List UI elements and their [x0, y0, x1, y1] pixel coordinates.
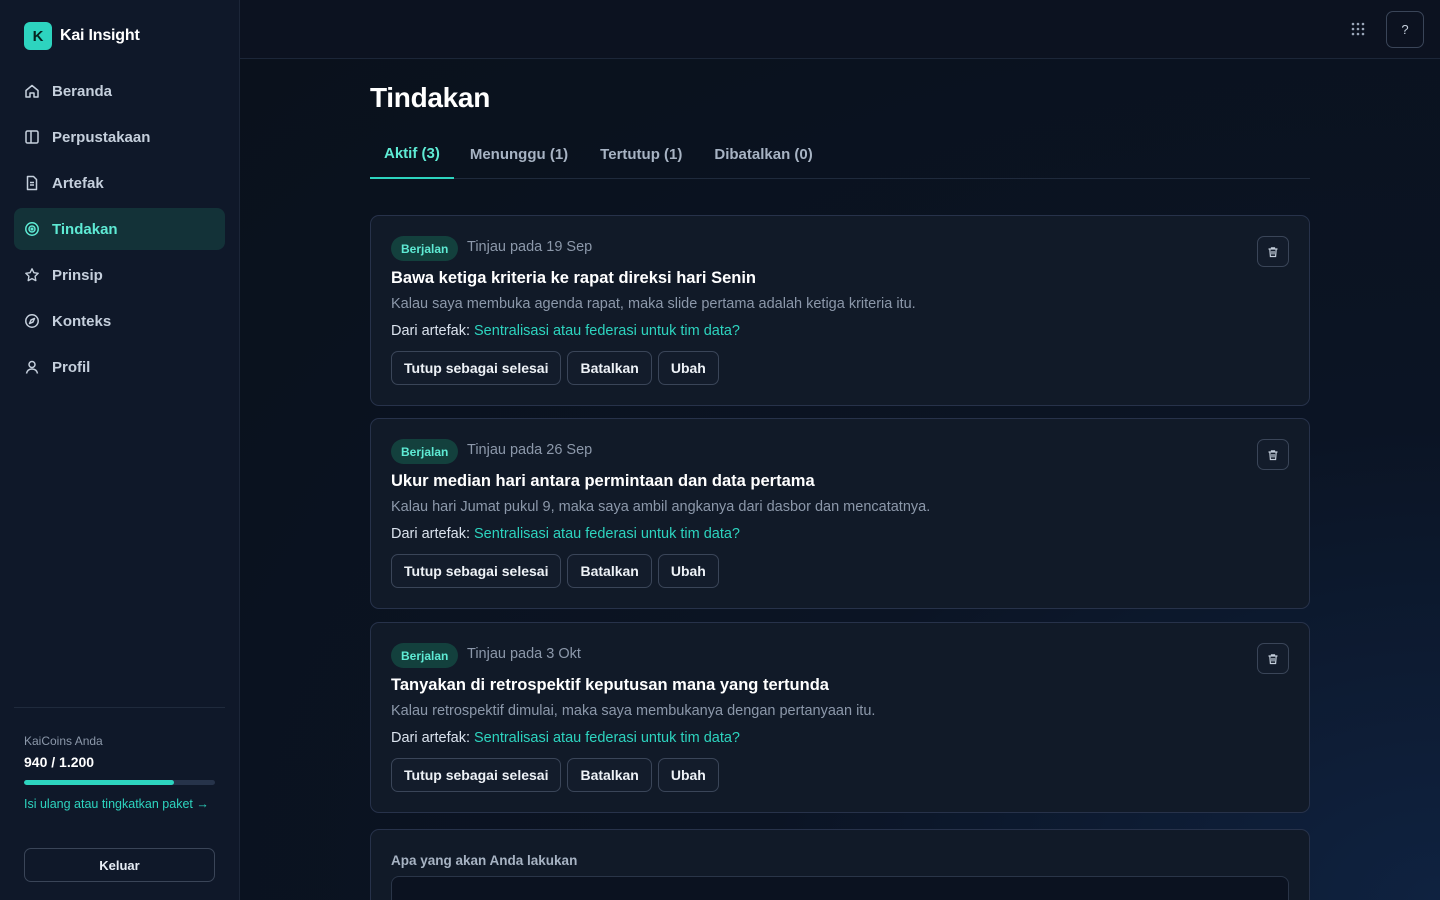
edit-button[interactable]: Ubah — [657, 554, 719, 588]
sidebar-item-beranda[interactable]: Beranda — [14, 70, 225, 112]
sidebar-item-profil[interactable]: Profil — [14, 346, 225, 388]
grid-icon[interactable] — [1350, 21, 1366, 37]
action-buttons: Tutup sebagai selesai Batalkan Ubah — [391, 554, 719, 588]
sidebar-divider — [14, 707, 225, 708]
delete-button[interactable] — [1257, 236, 1289, 267]
action-title: Bawa ketiga kriteria ke rapat direksi ha… — [391, 269, 756, 287]
source-link[interactable]: Sentralisasi atau federasi untuk tim dat… — [474, 323, 740, 339]
cancel-button[interactable]: Batalkan — [567, 554, 652, 588]
action-source: Dari artefak: Sentralisasi atau federasi… — [391, 323, 740, 339]
coins-label: KaiCoins Anda — [24, 734, 103, 748]
source-prefix: Dari artefak: — [391, 730, 470, 746]
new-action-label: Apa yang akan Anda lakukan — [391, 853, 578, 868]
coins-progress-bar — [24, 780, 215, 785]
close-done-button[interactable]: Tutup sebagai selesai — [391, 758, 562, 792]
page-title: Tindakan — [370, 82, 491, 113]
coins-progress-fill — [24, 780, 174, 785]
sidebar-item-konteks[interactable]: Konteks — [14, 300, 225, 342]
status-badge: Berjalan — [391, 439, 459, 464]
sidebar-item-artefak[interactable]: Artefak — [14, 162, 225, 204]
status-badge: Berjalan — [391, 236, 459, 261]
sidebar-item-label: Prinsip — [52, 266, 103, 284]
sidebar-item-prinsip[interactable]: Prinsip — [14, 254, 225, 296]
action-card: Berjalan Tinjau pada 19 Sep Bawa ketiga … — [370, 215, 1310, 406]
sidebar: K Kai Insight Beranda Perpustakaan Artef… — [0, 0, 240, 900]
tab-menunggu[interactable]: Menunggu (1) — [454, 130, 584, 179]
tab-dibatalkan[interactable]: Dibatalkan (0) — [698, 130, 828, 179]
library-icon — [24, 129, 40, 145]
target-icon — [24, 221, 40, 237]
trash-icon — [1268, 246, 1278, 257]
cancel-button[interactable]: Batalkan — [567, 758, 652, 792]
new-action-card: Apa yang akan Anda lakukan — [370, 829, 1310, 900]
brand[interactable]: K Kai Insight — [24, 22, 140, 50]
action-description: Kalau saya membuka agenda rapat, maka sl… — [391, 296, 916, 312]
sidebar-nav: Beranda Perpustakaan Artefak Tindakan Pr… — [14, 70, 225, 392]
star-icon — [24, 267, 40, 283]
review-date: Tinjau pada 19 Sep — [467, 239, 593, 255]
action-title: Tanyakan di retrospektif keputusan mana … — [391, 676, 829, 694]
cancel-button[interactable]: Batalkan — [567, 351, 652, 385]
action-card: Berjalan Tinjau pada 3 Okt Tanyakan di r… — [370, 622, 1310, 813]
home-icon — [24, 83, 40, 99]
tab-aktif[interactable]: Aktif (3) — [370, 130, 454, 179]
sidebar-item-label: Tindakan — [52, 220, 118, 238]
source-prefix: Dari artefak: — [391, 526, 470, 542]
action-source: Dari artefak: Sentralisasi atau federasi… — [391, 526, 740, 542]
coins-value: 940 / 1.200 — [24, 754, 95, 770]
sidebar-item-label: Artefak — [52, 174, 104, 192]
brand-name: Kai Insight — [60, 27, 140, 44]
sidebar-item-perpustakaan[interactable]: Perpustakaan — [14, 116, 225, 158]
sidebar-item-tindakan[interactable]: Tindakan — [14, 208, 225, 250]
review-date: Tinjau pada 3 Okt — [467, 646, 581, 662]
review-date: Tinjau pada 26 Sep — [467, 442, 593, 458]
document-icon — [24, 175, 40, 191]
sidebar-item-label: Beranda — [52, 82, 113, 100]
source-prefix: Dari artefak: — [391, 323, 470, 339]
action-card: Berjalan Tinjau pada 26 Sep Ukur median … — [370, 418, 1310, 609]
action-title: Ukur median hari antara permintaan dan d… — [391, 472, 815, 490]
compass-icon — [24, 313, 40, 329]
brand-logo: K — [24, 22, 52, 50]
delete-button[interactable] — [1257, 643, 1289, 674]
sidebar-item-label: Perpustakaan — [52, 128, 151, 146]
sidebar-item-label: Konteks — [52, 312, 112, 330]
topbar — [240, 0, 1440, 59]
edit-button[interactable]: Ubah — [657, 758, 719, 792]
source-link[interactable]: Sentralisasi atau federasi untuk tim dat… — [474, 526, 740, 542]
action-buttons: Tutup sebagai selesai Batalkan Ubah — [391, 758, 719, 792]
trash-icon — [1268, 653, 1278, 664]
source-link[interactable]: Sentralisasi atau federasi untuk tim dat… — [474, 730, 740, 746]
close-done-button[interactable]: Tutup sebagai selesai — [391, 554, 562, 588]
new-action-input[interactable] — [391, 876, 1289, 900]
close-done-button[interactable]: Tutup sebagai selesai — [391, 351, 562, 385]
help-button[interactable]: ? — [1386, 11, 1424, 48]
action-source: Dari artefak: Sentralisasi atau federasi… — [391, 730, 740, 746]
tabs: Aktif (3) Menunggu (1) Tertutup (1) Diba… — [370, 130, 1310, 179]
sidebar-item-label: Profil — [52, 358, 91, 376]
logout-button[interactable]: Keluar — [24, 848, 215, 882]
topup-link[interactable]: Isi ulang atau tingkatkan paket → — [24, 794, 224, 814]
action-description: Kalau hari Jumat pukul 9, maka saya ambi… — [391, 499, 931, 515]
user-icon — [24, 359, 40, 375]
action-buttons: Tutup sebagai selesai Batalkan Ubah — [391, 351, 719, 385]
trash-icon — [1268, 449, 1278, 460]
delete-button[interactable] — [1257, 439, 1289, 470]
status-badge: Berjalan — [391, 643, 459, 668]
action-description: Kalau retrospektif dimulai, maka saya me… — [391, 703, 876, 719]
edit-button[interactable]: Ubah — [657, 351, 719, 385]
tab-tertutup[interactable]: Tertutup (1) — [584, 130, 698, 179]
